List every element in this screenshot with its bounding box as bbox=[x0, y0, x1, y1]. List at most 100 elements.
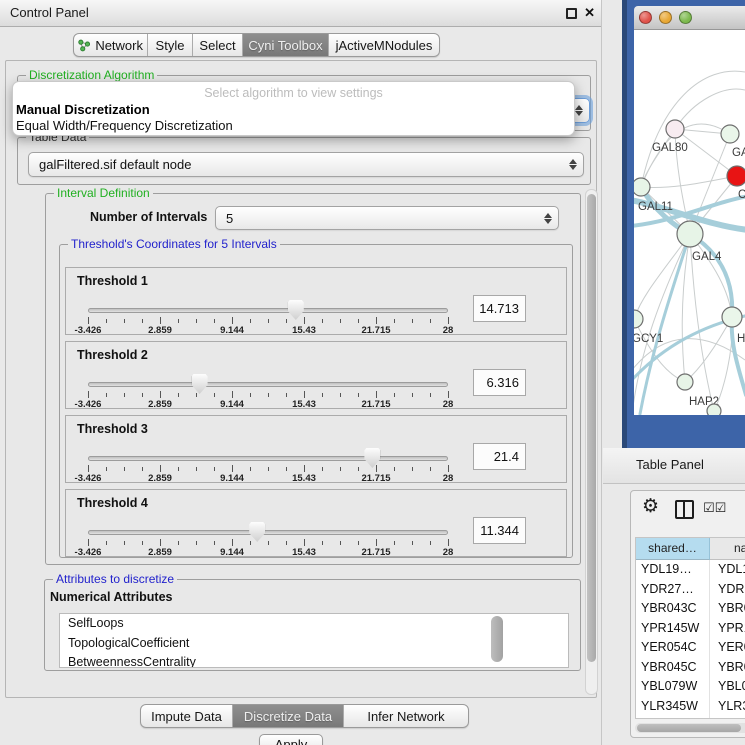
table-hscrollbar-thumb[interactable] bbox=[637, 724, 741, 732]
cell-name[interactable]: YBR0 bbox=[710, 658, 745, 678]
threshold-slider[interactable]: -3.4262.8599.14415.4321.71528 bbox=[88, 520, 448, 556]
table-body: YDL19…YDL1YDR27…YDR2YBR043CYBR0YPR145WYP… bbox=[636, 560, 745, 719]
table-row[interactable]: YBR043CYBR0 bbox=[636, 599, 745, 619]
cyni-bottom-tabs: Impute DataDiscretize DataInfer Network bbox=[140, 704, 469, 728]
slider-groove[interactable] bbox=[88, 456, 448, 461]
network-edge bbox=[641, 176, 737, 188]
panel-title: Control Panel bbox=[10, 0, 89, 26]
number-of-intervals-combobox[interactable]: 5 bbox=[215, 206, 559, 230]
tab-impute-data[interactable]: Impute Data bbox=[141, 705, 233, 727]
tab-label: jActiveMNodules bbox=[336, 38, 433, 53]
cell-shared-name[interactable]: YDL19… bbox=[636, 560, 710, 580]
cell-shared-name[interactable]: YBR043C bbox=[636, 599, 710, 619]
tab-label: Select bbox=[199, 38, 235, 53]
apply-button[interactable]: Apply bbox=[259, 734, 323, 745]
zoom-traffic-light-icon[interactable] bbox=[679, 11, 692, 24]
table-row[interactable]: YDR27…YDR2 bbox=[636, 580, 745, 600]
threshold-slider[interactable]: -3.4262.8599.14415.4321.71528 bbox=[88, 298, 448, 334]
network-canvas[interactable]: GAL80GACGAL11GAL4GCY1HHAP2 bbox=[634, 30, 745, 415]
table-data-group: Table Data galFiltered.sif default node bbox=[17, 137, 591, 185]
column-header-name[interactable]: na bbox=[710, 538, 745, 560]
table-row[interactable]: YPR145WYPR1 bbox=[636, 619, 745, 639]
network-node-ga[interactable] bbox=[721, 125, 739, 143]
network-node-label: GA bbox=[732, 147, 745, 159]
network-node-gal4[interactable] bbox=[677, 221, 703, 247]
threshold-value-field[interactable]: 6.316 bbox=[473, 369, 526, 396]
network-node-label: GAL4 bbox=[692, 251, 722, 263]
network-edge-highlighted bbox=[690, 234, 732, 317]
cell-shared-name[interactable]: YPR145W bbox=[636, 619, 710, 639]
close-traffic-light-icon[interactable] bbox=[639, 11, 652, 24]
network-node-gcy1[interactable] bbox=[634, 310, 643, 328]
tab-jactivemnodules[interactable]: jActiveMNodules bbox=[329, 34, 439, 56]
cell-name[interactable]: YDR2 bbox=[710, 580, 745, 600]
tab-infer-network[interactable]: Infer Network bbox=[344, 705, 468, 727]
cell-name[interactable]: YER0 bbox=[710, 638, 745, 658]
table-row[interactable]: YIL052CYIL0 bbox=[636, 716, 745, 719]
threshold-slider[interactable]: -3.4262.8599.14415.4321.71528 bbox=[88, 372, 448, 408]
tab-select[interactable]: Select bbox=[193, 34, 243, 56]
attributes-scrollbar-thumb[interactable] bbox=[491, 616, 503, 662]
network-node-gal80[interactable] bbox=[666, 120, 684, 138]
cell-name[interactable]: YBL0 bbox=[710, 677, 745, 697]
cell-shared-name[interactable]: YBL079W bbox=[636, 677, 710, 697]
algorithm-option-equal-width[interactable]: Equal Width/Frequency Discretization bbox=[16, 118, 233, 133]
network-edge-highlighted bbox=[732, 317, 745, 395]
close-icon[interactable]: ✕ bbox=[584, 5, 595, 21]
algorithm-option-manual[interactable]: Manual Discretization bbox=[16, 102, 150, 117]
network-node[interactable] bbox=[707, 404, 721, 415]
settings-scrollbar-thumb[interactable] bbox=[587, 194, 596, 662]
network-node-c[interactable] bbox=[727, 166, 745, 186]
column-header-shared-name[interactable]: shared… bbox=[636, 538, 710, 560]
network-edge bbox=[675, 89, 745, 129]
threshold-box-1: Threshold 1-3.4262.8599.14415.4321.71528… bbox=[65, 267, 567, 335]
table-row[interactable]: YBL079WYBL0 bbox=[636, 677, 745, 697]
numerical-attributes-label: Numerical Attributes bbox=[50, 590, 172, 604]
slider-groove[interactable] bbox=[88, 308, 448, 313]
cell-name[interactable]: YBR0 bbox=[710, 599, 745, 619]
cell-shared-name[interactable]: YBR045C bbox=[636, 658, 710, 678]
table-hscrollbar[interactable] bbox=[635, 723, 745, 733]
attributes-group: Attributes to discretize Numerical Attri… bbox=[44, 579, 581, 671]
tab-cyni-toolbox[interactable]: Cyni Toolbox bbox=[243, 34, 329, 56]
slider-tick-labels: -3.4262.8599.14415.4321.71528 bbox=[88, 473, 448, 485]
cell-name[interactable]: YIL0 bbox=[710, 716, 745, 719]
cell-shared-name[interactable]: YDR27… bbox=[636, 580, 710, 600]
control-panel: Control Panel ✕ Network Style Select Cyni T… bbox=[0, 0, 602, 745]
gear-icon[interactable]: ⚙ bbox=[642, 495, 659, 517]
network-edge bbox=[641, 129, 675, 187]
network-node-hap2[interactable] bbox=[677, 374, 693, 390]
minimize-traffic-light-icon[interactable] bbox=[659, 11, 672, 24]
network-node-gal11[interactable] bbox=[634, 178, 650, 196]
threshold-value-field[interactable]: 11.344 bbox=[473, 517, 526, 544]
table-row[interactable]: YBR045CYBR0 bbox=[636, 658, 745, 678]
tab-network[interactable]: Network bbox=[74, 34, 148, 56]
threshold-slider[interactable]: -3.4262.8599.14415.4321.71528 bbox=[88, 446, 448, 482]
cell-shared-name[interactable]: YIL052C bbox=[636, 716, 710, 719]
cell-name[interactable]: YDL1 bbox=[710, 560, 745, 580]
settings-scrollbar[interactable] bbox=[585, 189, 598, 695]
table-row[interactable]: YER054CYER0 bbox=[636, 638, 745, 658]
cell-shared-name[interactable]: YLR345W bbox=[636, 697, 710, 717]
combo-stepper-icon bbox=[569, 153, 577, 176]
table-row[interactable]: YDL19…YDL1 bbox=[636, 560, 745, 580]
columns-icon[interactable] bbox=[675, 500, 694, 519]
tab-label: Style bbox=[156, 38, 185, 53]
table-row[interactable]: YLR345WYLR3 bbox=[636, 697, 745, 717]
float-window-icon[interactable] bbox=[566, 8, 577, 19]
select-columns-icons[interactable]: ☑☑ bbox=[703, 501, 726, 516]
slider-groove[interactable] bbox=[88, 530, 448, 535]
cell-name[interactable]: YPR1 bbox=[710, 619, 745, 639]
group-title: Threshold's Coordinates for 5 Intervals bbox=[68, 237, 280, 251]
network-view-window: GAL80GACGAL11GAL4GCY1HHAP2 bbox=[622, 0, 745, 448]
cell-name[interactable]: YLR3 bbox=[710, 697, 745, 717]
threshold-value-field[interactable]: 21.4 bbox=[473, 443, 526, 470]
slider-groove[interactable] bbox=[88, 382, 448, 387]
tab-style[interactable]: Style bbox=[148, 34, 193, 56]
cell-shared-name[interactable]: YER054C bbox=[636, 638, 710, 658]
table-data-combobox[interactable]: galFiltered.sif default node bbox=[28, 152, 584, 177]
node-attribute-table[interactable]: shared… na YDL19…YDL1YDR27…YDR2YBR043CYB… bbox=[635, 537, 745, 719]
tab-discretize-data[interactable]: Discretize Data bbox=[233, 705, 344, 727]
network-node-h[interactable] bbox=[722, 307, 742, 327]
threshold-value-field[interactable]: 14.713 bbox=[473, 295, 526, 322]
